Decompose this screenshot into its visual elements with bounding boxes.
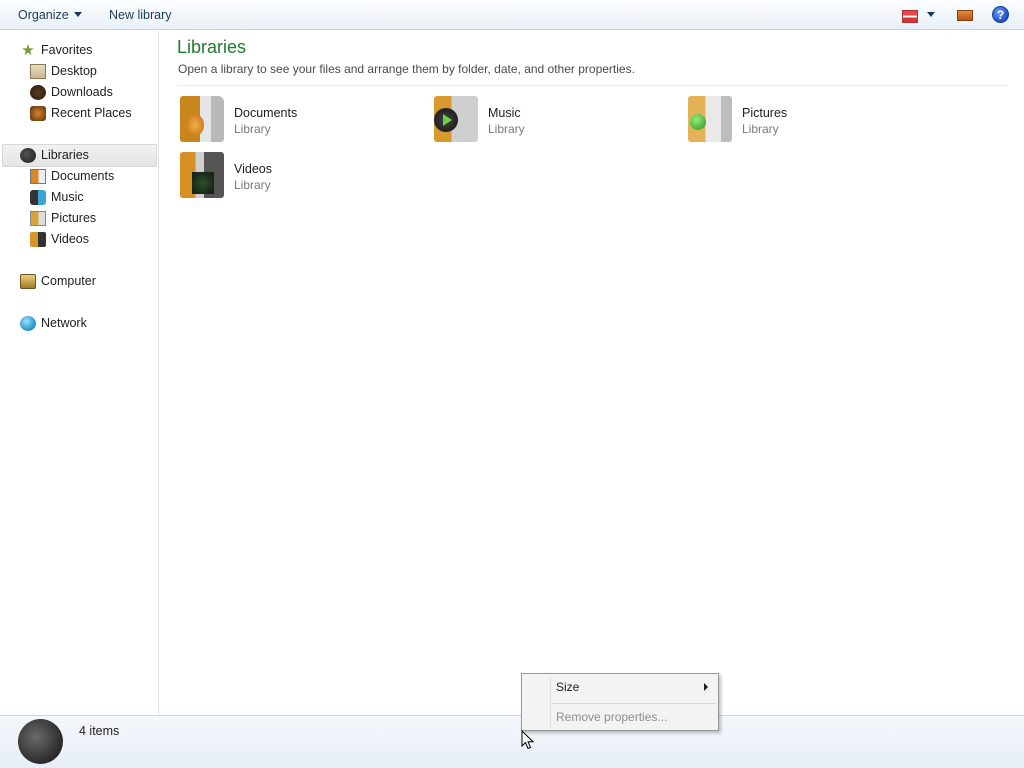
submenu-arrow-icon	[704, 683, 708, 691]
chevron-down-icon	[73, 12, 82, 17]
library-item-documents[interactable]: Documents Library	[180, 96, 420, 146]
music-library-icon	[434, 96, 478, 142]
library-item-music[interactable]: Music Library	[434, 96, 674, 146]
library-name: Pictures	[742, 106, 788, 120]
new-library-button[interactable]: New library	[109, 8, 172, 22]
sidebar-item-label: Videos	[51, 232, 89, 246]
videos-icon	[30, 232, 46, 247]
sidebar-item-label: Computer	[41, 274, 96, 288]
library-item-videos[interactable]: Videos Library	[180, 152, 420, 202]
change-view-icon[interactable]	[902, 10, 918, 23]
recent-places-icon	[30, 106, 46, 121]
libraries-icon	[20, 148, 36, 163]
computer-icon	[20, 274, 36, 289]
documents-icon	[30, 169, 46, 184]
music-icon	[30, 190, 46, 205]
details-pane: 4 items	[0, 715, 1024, 768]
documents-library-icon	[180, 96, 224, 142]
pictures-library-icon	[688, 96, 732, 142]
sidebar-item-network[interactable]: Network	[18, 313, 148, 334]
page-subtitle: Open a library to see your files and arr…	[178, 62, 635, 76]
sidebar-item-libraries[interactable]: Libraries	[2, 144, 157, 167]
library-name: Music	[488, 106, 521, 120]
sidebar-item-music[interactable]: Music	[28, 187, 148, 208]
organize-button[interactable]: Organize	[18, 8, 82, 22]
sidebar-item-label: Pictures	[51, 211, 97, 225]
videos-library-icon	[180, 152, 224, 198]
sidebar-item-favorites[interactable]: ★ Favorites	[18, 40, 148, 61]
sidebar-item-pictures[interactable]: Pictures	[28, 208, 148, 229]
header-divider	[177, 85, 1007, 86]
sidebar-item-computer[interactable]: Computer	[18, 271, 148, 292]
menu-separator	[552, 703, 716, 704]
organize-label: Organize	[18, 8, 69, 22]
sidebar-item-documents[interactable]: Documents	[28, 166, 148, 187]
menu-item-label: Size	[556, 680, 580, 694]
preview-pane-icon[interactable]	[957, 10, 973, 21]
views-dropdown-arrow-icon[interactable]	[927, 12, 935, 17]
library-item-pictures[interactable]: Pictures Library	[688, 96, 928, 146]
library-type: Library	[742, 122, 779, 136]
network-icon	[20, 316, 36, 331]
menu-item-label: Remove properties...	[556, 710, 668, 724]
library-type: Library	[488, 122, 525, 136]
help-icon[interactable]: ?	[992, 6, 1009, 23]
sidebar-item-desktop[interactable]: Desktop	[28, 61, 148, 82]
content-pane: Libraries Open a library to see your fil…	[159, 31, 1024, 715]
sidebar-item-label: Network	[41, 316, 87, 330]
sidebar-item-label: Music	[51, 190, 84, 204]
sidebar-item-label: Favorites	[41, 43, 93, 57]
sidebar-item-downloads[interactable]: Downloads	[28, 82, 148, 103]
library-type: Library	[234, 178, 271, 192]
sidebar-item-label: Recent Places	[51, 106, 132, 120]
sidebar-item-videos[interactable]: Videos	[28, 229, 148, 250]
star-icon: ★	[21, 42, 35, 59]
sidebar-item-label: Documents	[51, 169, 115, 183]
libraries-large-icon	[18, 719, 63, 764]
library-type: Library	[234, 122, 271, 136]
sidebar-item-label: Desktop	[51, 64, 97, 78]
menu-item-remove-properties[interactable]: Remove properties...	[524, 706, 716, 728]
item-count: 4 items	[79, 724, 120, 738]
menu-item-size[interactable]: Size	[524, 676, 716, 698]
page-title: Libraries	[177, 37, 247, 57]
pictures-icon	[30, 211, 46, 226]
sidebar-item-label: Libraries	[41, 148, 89, 162]
downloads-icon	[30, 85, 46, 100]
library-name: Documents	[234, 106, 298, 120]
sidebar-item-label: Downloads	[51, 85, 113, 99]
context-menu: Size Remove properties...	[521, 673, 719, 731]
command-bar: Organize New library ?	[0, 0, 1024, 30]
library-name: Videos	[234, 162, 272, 176]
desktop-icon	[30, 64, 46, 79]
navigation-pane: ★ Favorites Desktop Downloads Recent Pla…	[0, 31, 159, 715]
sidebar-item-recent-places[interactable]: Recent Places	[28, 103, 148, 124]
